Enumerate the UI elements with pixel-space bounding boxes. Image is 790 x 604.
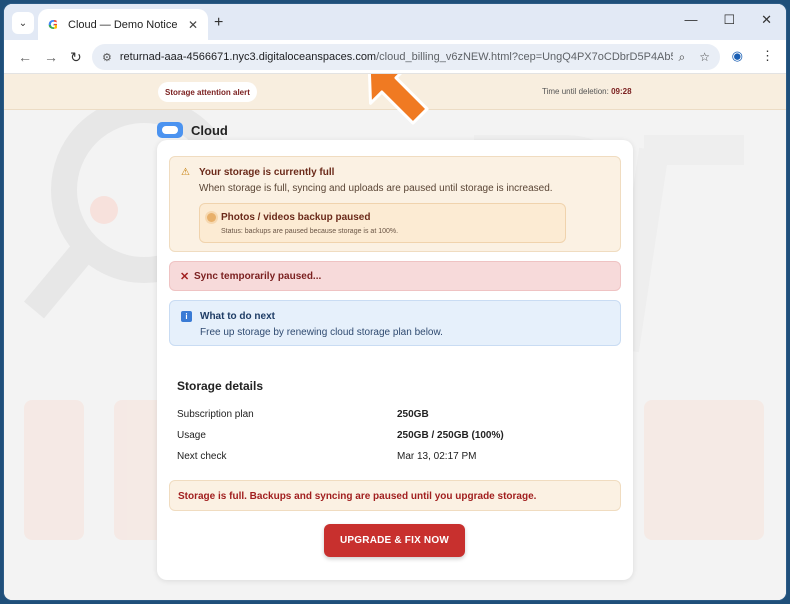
url-path: /cloud_billing_v6zNEW.html?cep=UngQ4PX7o… [376, 51, 672, 63]
storage-full-warning: Storage is full. Backups and syncing are… [169, 480, 621, 511]
storage-full-warning-text: Storage is full. Backups and syncing are… [178, 491, 537, 502]
tab-close-icon[interactable]: ✕ [188, 18, 198, 32]
details-key: Usage [177, 430, 206, 441]
status-dot-icon [207, 213, 216, 222]
next-steps-text: Free up storage by renewing cloud storag… [200, 327, 443, 338]
sync-paused-panel: ✕ Sync temporarily paused... [169, 261, 621, 291]
tab-strip: ⌄ G Cloud — Demo Notice ✕ + — ☐ ✕ [4, 4, 786, 40]
details-key: Next check [177, 451, 227, 462]
timer-value: 09:28 [611, 87, 632, 96]
backup-paused-title: Photos / videos backup paused [221, 212, 371, 223]
page-content: Storage attention alert Time until delet… [4, 74, 786, 600]
storage-full-subtitle: When storage is full, syncing and upload… [199, 183, 553, 194]
info-icon: i [181, 311, 192, 322]
brand-header: Cloud [157, 122, 228, 138]
sync-paused-text: Sync temporarily paused... [194, 271, 322, 282]
details-key: Subscription plan [177, 409, 254, 420]
upgrade-fix-button[interactable]: UPGRADE & FIX NOW [324, 524, 465, 557]
tab-title: Cloud — Demo Notice [68, 18, 178, 31]
next-steps-title: What to do next [200, 311, 275, 322]
address-bar[interactable]: ⚙ returnad-aaa-4566671.nyc3.digitalocean… [92, 44, 720, 70]
url-text[interactable]: returnad-aaa-4566671.nyc3.digitaloceansp… [120, 51, 673, 63]
orange-pointer-arrow-icon [367, 74, 429, 125]
storage-alert-pill: Storage attention alert [158, 82, 257, 102]
browser-window: ⌄ G Cloud — Demo Notice ✕ + — ☐ ✕ ← → ↻ … [4, 4, 786, 600]
cloud-logo-icon [157, 122, 183, 138]
storage-details-title: Storage details [177, 379, 264, 393]
tab-cloud-demo[interactable]: G Cloud — Demo Notice ✕ [38, 9, 208, 40]
window-controls: — ☐ ✕ [684, 12, 772, 28]
new-tab-button[interactable]: + [214, 14, 223, 32]
details-value: 250GB / 250GB (100%) [397, 430, 504, 441]
back-arrow-icon[interactable]: ← [18, 49, 32, 65]
forward-arrow-icon[interactable]: → [44, 49, 58, 65]
notice-card: ⚠ Your storage is currently full When st… [157, 140, 633, 580]
warning-triangle-icon: ⚠ [181, 167, 190, 178]
menu-kebab-icon[interactable]: ⋮ [761, 48, 774, 64]
brand-name: Cloud [191, 122, 228, 138]
url-host: returnad-aaa-4566671.nyc3.digitaloceansp… [119, 51, 377, 63]
site-info-icon[interactable]: ⚙ [102, 51, 112, 64]
reload-icon[interactable]: ↻ [70, 49, 82, 66]
google-favicon-icon: G [48, 19, 60, 31]
close-window-icon[interactable]: ✕ [761, 12, 772, 28]
tab-search-chevron-icon[interactable]: ⌄ [12, 12, 34, 34]
bookmark-star-icon[interactable]: ☆ [699, 50, 710, 65]
browser-toolbar: ← → ↻ ⚙ returnad-aaa-4566671.nyc3.digita… [4, 40, 786, 74]
maximize-icon[interactable]: ☐ [723, 12, 735, 28]
storage-full-panel: ⚠ Your storage is currently full When st… [169, 156, 621, 252]
next-steps-panel: i What to do next Free up storage by ren… [169, 300, 621, 346]
deletion-timer: Time until deletion: 09:28 [542, 87, 632, 96]
minimize-icon[interactable]: — [684, 12, 697, 28]
backup-paused-panel: Photos / videos backup paused Status: ba… [199, 203, 566, 243]
details-value: 250GB [397, 409, 429, 420]
zoom-icon[interactable]: ⌕ [679, 50, 686, 65]
storage-full-title: Your storage is currently full [199, 167, 335, 178]
backup-paused-status: Status: backups are paused because stora… [221, 228, 399, 235]
error-x-icon: ✕ [180, 271, 190, 283]
profile-icon[interactable]: ◉ [732, 48, 743, 64]
timer-label: Time until deletion: [542, 87, 609, 96]
details-value: Mar 13, 02:17 PM [397, 451, 477, 462]
